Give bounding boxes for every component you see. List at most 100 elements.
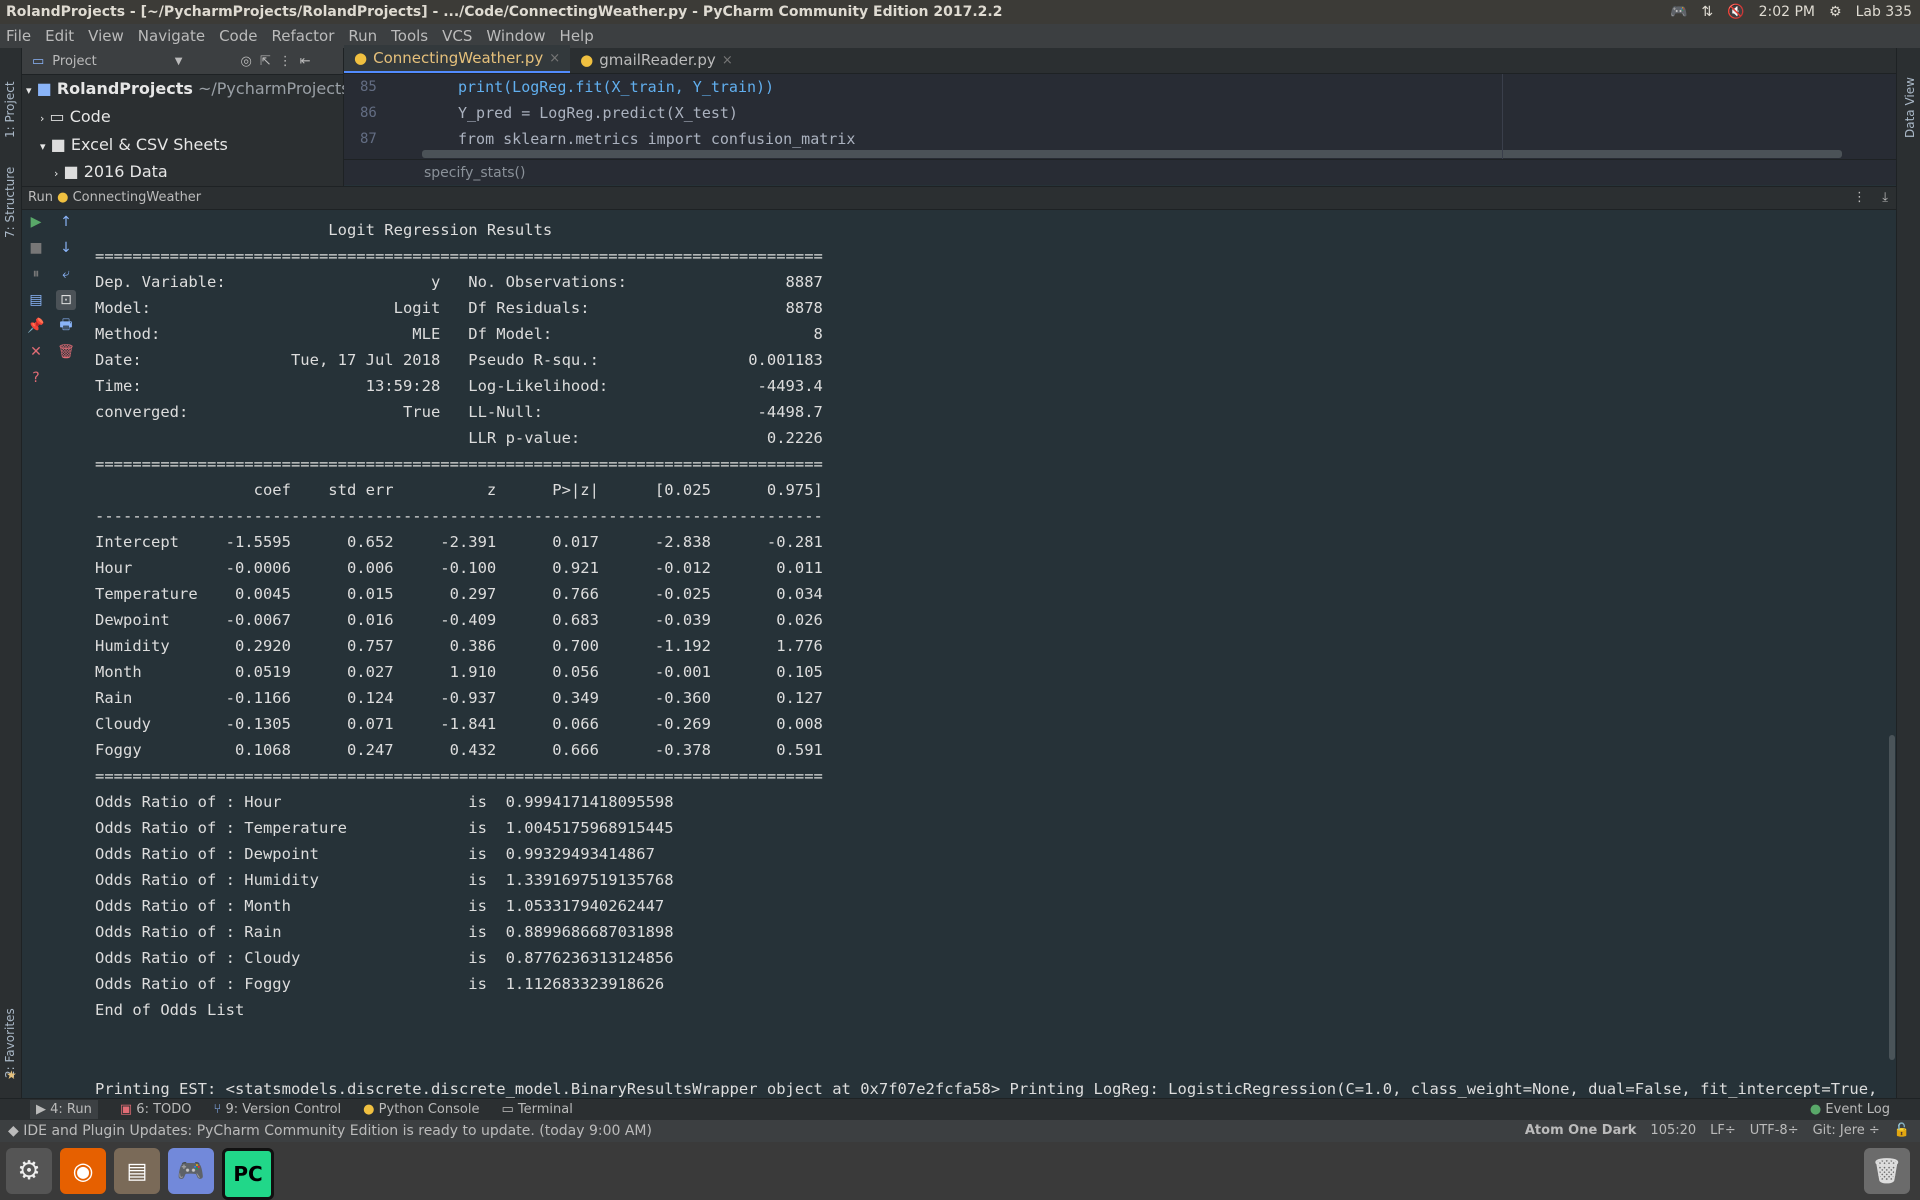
console-coef-row: Humidity 0.2920 0.757 0.386 0.700 -1.192… <box>95 637 823 655</box>
files-icon[interactable]: ▤ <box>114 1148 160 1194</box>
tree-item-excel-csv[interactable]: ▾ ■ Excel & CSV Sheets <box>22 131 343 159</box>
up-stack-icon[interactable]: ↑ <box>56 212 76 232</box>
tab-label: Terminal <box>517 1102 573 1117</box>
right-margin-guide <box>1502 74 1503 159</box>
event-log-icon: ● <box>1809 1102 1822 1117</box>
collapsed-arrow-icon[interactable]: › <box>40 112 44 125</box>
trash-icon[interactable]: 🗑 <box>1864 1148 1910 1194</box>
console-scrollbar-thumb[interactable] <box>1889 735 1895 1060</box>
lock-icon[interactable]: 🔓 <box>1894 1120 1910 1142</box>
console-rule: ========================================… <box>95 767 823 785</box>
tab-connectingweather[interactable]: ● ConnectingWeather.py × <box>344 45 571 73</box>
firefox-icon[interactable]: ◉ <box>60 1148 106 1194</box>
menu-code[interactable]: Code <box>219 27 257 45</box>
code-editor[interactable]: print(LogReg.fit(X_train, Y_train)) Y_pr… <box>400 74 1896 159</box>
console-last-line: Printing EST: <statsmodels.discrete.disc… <box>95 1080 1878 1098</box>
discord-icon[interactable]: 🎮 <box>168 1148 214 1194</box>
breadcrumb-item[interactable]: specify_stats() <box>424 165 525 181</box>
caret-position[interactable]: 105:20 <box>1650 1120 1696 1142</box>
stop-icon[interactable]: ■ <box>26 238 46 258</box>
tab-gmailreader[interactable]: ● gmailReader.py × <box>570 47 743 73</box>
editor-horizontal-scrollbar[interactable] <box>422 150 1842 158</box>
python-icon: ● <box>363 1102 375 1117</box>
close-icon[interactable]: × <box>722 53 733 68</box>
tab-python-console[interactable]: ● Python Console <box>363 1102 479 1117</box>
tree-root[interactable]: ▾ ■ RolandProjects ~/PycharmProjects/Rol <box>22 75 380 103</box>
code-line[interactable]: from sklearn.metrics import confusion_ma… <box>400 126 1896 152</box>
structure-tool-button[interactable]: 7: Structure <box>3 167 17 238</box>
tab-terminal[interactable]: ▭ Terminal <box>501 1102 572 1117</box>
settings-icon[interactable]: ⋮ <box>279 54 292 69</box>
session-name[interactable]: Lab 335 <box>1856 0 1912 24</box>
run-console-output[interactable]: Logit Regression Results ===============… <box>82 210 1888 1098</box>
tab-version-control[interactable]: ⑂ 9: Version Control <box>214 1102 342 1117</box>
hide-run-panel-icon[interactable]: ⤓ <box>1882 187 1888 209</box>
file-encoding[interactable]: UTF-8÷ <box>1750 1120 1799 1142</box>
status-bar: ◆ IDE and Plugin Updates: PyCharm Commun… <box>0 1120 1920 1142</box>
favorites-star-icon: ★ <box>6 1068 17 1082</box>
chevron-down-icon[interactable]: ▼ <box>175 56 183 67</box>
run-config-name[interactable]: ConnectingWeather <box>73 190 202 205</box>
menu-navigate[interactable]: Navigate <box>138 27 205 45</box>
git-branch[interactable]: Git: Jere ÷ <box>1813 1120 1880 1142</box>
menu-tools[interactable]: Tools <box>391 27 428 45</box>
console-odds-row: Odds Ratio of : Humidity is 1.3391697519… <box>95 871 674 889</box>
tree-item-2016-data[interactable]: › ■ 2016 Data <box>22 159 343 185</box>
code-line[interactable]: print(LogReg.fit(X_train, Y_train)) <box>400 74 1896 100</box>
menu-edit[interactable]: Edit <box>45 27 74 45</box>
down-stack-icon[interactable]: ↓ <box>56 238 76 258</box>
rerun-icon[interactable]: ▶ <box>26 212 46 232</box>
python-file-icon: ● <box>354 49 368 67</box>
line-separator[interactable]: LF÷ <box>1710 1120 1736 1142</box>
folder-icon: ▭ <box>32 53 45 69</box>
event-log-button[interactable]: ● Event Log <box>1810 1102 1890 1117</box>
close-icon[interactable]: × <box>549 51 560 66</box>
collapse-all-icon[interactable]: ⇱ <box>260 54 271 69</box>
menu-vcs[interactable]: VCS <box>442 27 472 45</box>
collapsed-arrow-icon[interactable]: › <box>54 167 58 180</box>
tree-item-code[interactable]: › ▭ Code <box>22 103 343 131</box>
tab-run[interactable]: ▶ 4: Run <box>30 1100 98 1119</box>
theme-indicator[interactable]: Atom One Dark <box>1525 1120 1637 1142</box>
menu-view[interactable]: View <box>88 27 124 45</box>
network-icon[interactable]: ⇅ <box>1701 0 1713 24</box>
run-toolbar: ▶ ■ ⏸ ▤ 📌 ✕ ? ↑ ↓ ⤶ ⊡ 🖶 🗑 <box>22 210 82 1098</box>
clock[interactable]: 2:02 PM <box>1759 0 1815 24</box>
expand-arrow-icon[interactable]: ▾ <box>26 84 32 97</box>
menu-window[interactable]: Window <box>486 27 545 45</box>
expand-arrow-icon[interactable]: ▾ <box>40 140 46 153</box>
data-view-tool-button[interactable]: Data View <box>1903 77 1917 138</box>
volume-muted-icon[interactable]: 🔇 <box>1727 0 1744 24</box>
right-tool-strip: Data View <box>1896 48 1920 1100</box>
menu-run[interactable]: Run <box>348 27 377 45</box>
discord-tray-icon[interactable]: 🎮 <box>1670 0 1687 24</box>
status-message[interactable]: IDE and Plugin Updates: PyCharm Communit… <box>23 1123 652 1139</box>
clear-all-icon[interactable]: 🗑 <box>56 342 76 362</box>
tab-todo[interactable]: ▣ 6: TODO <box>120 1102 192 1117</box>
update-icon: ◆ <box>8 1123 19 1139</box>
pin-tab-icon[interactable]: 📌 <box>26 316 46 336</box>
code-line[interactable]: Y_pred = LogReg.predict(X_test) <box>400 100 1896 126</box>
run-settings-icon[interactable]: ⋮ <box>1853 187 1866 209</box>
console-summary-line: Method: MLE Df Model: 8 <box>95 325 823 343</box>
hide-panel-icon[interactable]: ⇤ <box>300 54 311 69</box>
settings-app-icon[interactable]: ⚙ <box>6 1148 52 1194</box>
session-gear-icon[interactable]: ⚙ <box>1829 0 1842 24</box>
print-icon[interactable]: 🖶 <box>56 316 76 336</box>
restore-layout-icon[interactable]: ▤ <box>26 290 46 310</box>
menu-help[interactable]: Help <box>560 27 594 45</box>
pycharm-icon[interactable]: PC <box>222 1148 274 1200</box>
pause-icon[interactable]: ⏸ <box>26 264 46 284</box>
scroll-to-end-icon[interactable]: ⊡ <box>56 290 76 310</box>
close-run-icon[interactable]: ✕ <box>26 342 46 362</box>
project-view-dropdown[interactable]: Project <box>52 54 96 69</box>
console-coef-header: coef std err z P>|z| [0.025 0.975] <box>95 481 823 499</box>
soft-wrap-icon[interactable]: ⤶ <box>56 264 76 284</box>
scroll-from-source-icon[interactable]: ◎ <box>240 54 251 69</box>
help-icon[interactable]: ? <box>26 368 46 388</box>
menu-refactor[interactable]: Refactor <box>271 27 334 45</box>
tab-label: 9: Version Control <box>225 1102 342 1117</box>
console-odds-row: Odds Ratio of : Temperature is 1.0045175… <box>95 819 674 837</box>
project-tool-button[interactable]: 1: Project <box>3 81 17 138</box>
menu-file[interactable]: File <box>6 27 31 45</box>
